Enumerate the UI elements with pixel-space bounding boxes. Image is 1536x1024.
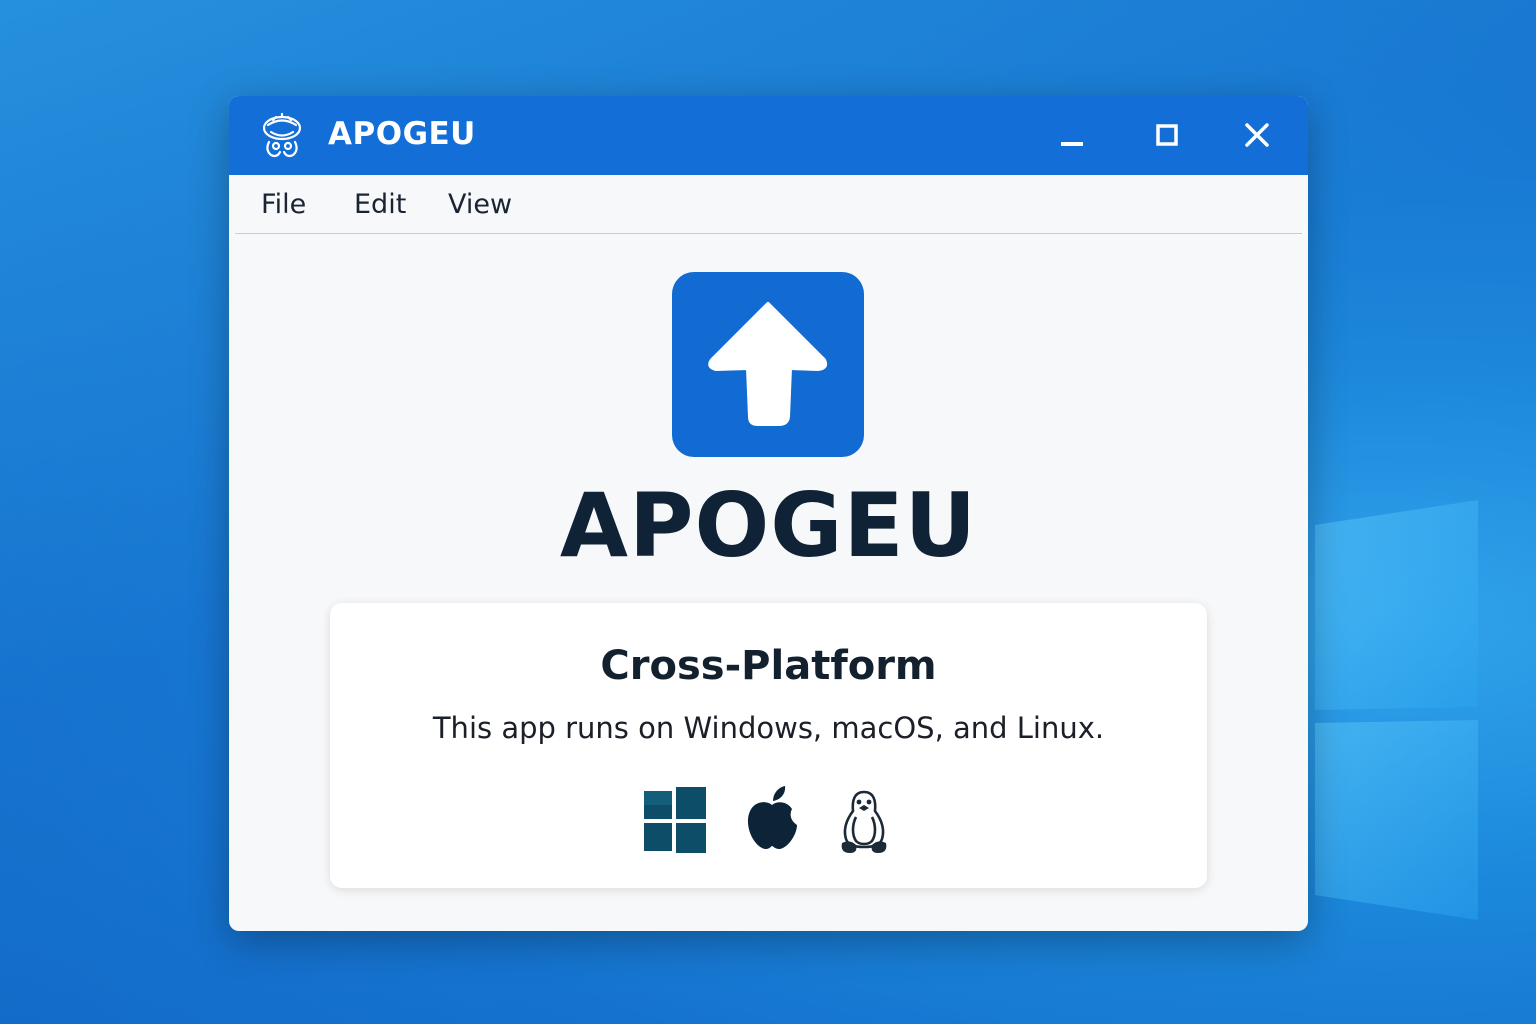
app-mascot-icon [262, 112, 302, 158]
close-button[interactable] [1230, 110, 1284, 160]
apple-icon [747, 786, 797, 849]
cross-platform-card: Cross-Platform This app runs on Windows,… [330, 603, 1207, 888]
app-window: APOGEU File Edit View APOGEU Cross-Platf… [229, 96, 1308, 931]
arrow-up-icon [708, 302, 828, 426]
windows-icon [644, 787, 706, 853]
minimize-button[interactable] [1045, 110, 1099, 160]
menu-bar: File Edit View [235, 175, 1302, 234]
desktop-background: APOGEU File Edit View APOGEU Cross-Platf… [0, 0, 1536, 1024]
window-title: APOGEU [328, 116, 476, 152]
maximize-icon [1156, 124, 1178, 146]
title-bar[interactable]: APOGEU [229, 96, 1308, 175]
menu-view[interactable]: View [448, 189, 512, 220]
app-logo [672, 272, 864, 457]
close-icon [1245, 123, 1269, 147]
card-title: Cross-Platform [600, 643, 937, 689]
menu-edit[interactable]: Edit [354, 189, 406, 220]
menu-file[interactable]: File [261, 189, 306, 220]
linux-icon [841, 790, 887, 853]
windows-wallpaper-logo [1315, 500, 1478, 920]
minimize-icon [1061, 142, 1083, 146]
card-description: This app runs on Windows, macOS, and Lin… [432, 711, 1105, 745]
maximize-button[interactable] [1140, 110, 1194, 160]
app-name-heading: APOGEU [559, 474, 978, 577]
